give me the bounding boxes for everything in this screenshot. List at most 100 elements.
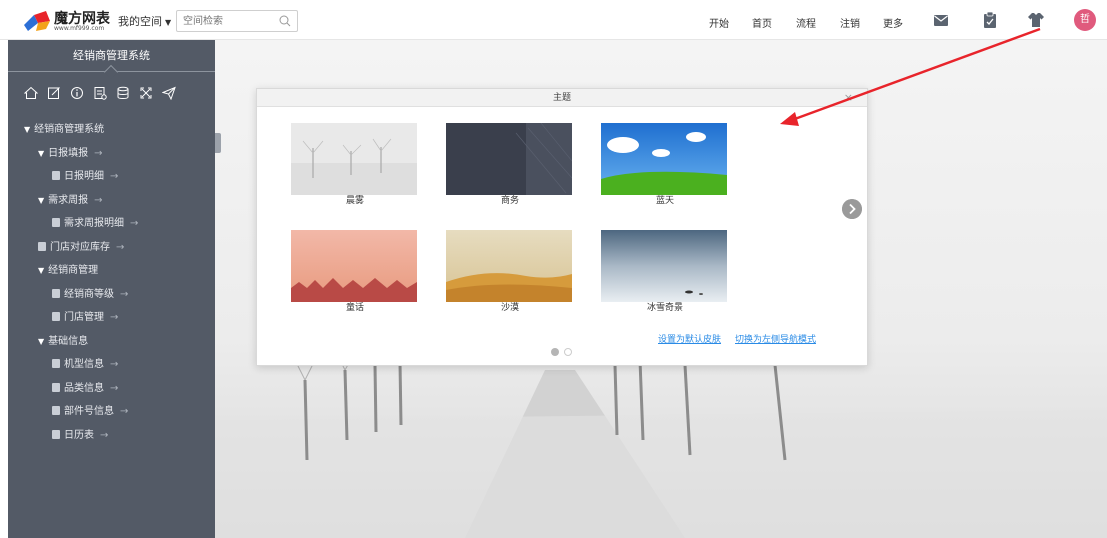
theme-thumbnail-fairytale <box>291 230 417 302</box>
sidebar-item[interactable]: 门店管理 → <box>8 306 215 330</box>
sidebar-title-notch <box>103 64 119 80</box>
sidebar-item[interactable]: ▼ 经销商管理系统 <box>8 118 215 142</box>
nav-start[interactable]: 开始 <box>709 15 729 30</box>
expand-triangle-icon: ▼ <box>24 125 31 134</box>
sidebar-collapse-handle[interactable] <box>215 133 221 153</box>
sidebar-item[interactable]: 经销商等级 → <box>8 283 215 307</box>
sidebar-item-label: 需求周报 <box>48 194 89 206</box>
theme-thumbnail-ice-snow <box>601 230 727 302</box>
sidebar-item[interactable]: 机型信息 → <box>8 353 215 377</box>
nav-logout[interactable]: 注销 <box>840 15 860 30</box>
sidebar-item-label: 机型信息 <box>64 359 104 370</box>
sidebar-item-label: 日历表 <box>64 429 94 441</box>
set-default-skin-link[interactable]: 设置为默认皮肤 <box>658 332 721 345</box>
brand-logo[interactable]: 魔方网表 www.mf999.com <box>24 8 110 34</box>
space-search <box>176 10 298 32</box>
theme-label: 沙漠 <box>500 303 519 313</box>
theme-thumbnail-mist <box>291 123 417 195</box>
sidebar-item[interactable]: ▼ 日报填报 → <box>8 142 215 166</box>
sidebar-item[interactable]: ▼ 经销商管理 <box>8 259 215 283</box>
close-icon[interactable]: × <box>844 89 853 107</box>
document-icon <box>52 429 60 439</box>
arrow-right-icon: → <box>110 359 119 370</box>
caret-down-icon: ▼ <box>165 18 172 27</box>
my-space-label: 我的空间 <box>118 15 162 28</box>
sidebar-item-label: 部件号信息 <box>64 406 114 417</box>
sidebar-item-label: 经销商管理 <box>48 265 99 276</box>
sidebar-item-label: 日报明细 <box>64 171 104 182</box>
logo-icon <box>24 11 50 31</box>
page-indicator <box>551 348 572 356</box>
sidebar-item[interactable]: ▼ 基础信息 <box>8 330 215 354</box>
theme-label: 晨雾 <box>345 196 364 206</box>
sidebar-item[interactable]: 门店对应库存 → <box>8 236 215 260</box>
clipboard-icon[interactable] <box>981 11 999 29</box>
nav-more[interactable]: 更多 <box>883 15 903 30</box>
theme-option-desert[interactable]: 沙漠 <box>446 230 574 314</box>
mail-icon[interactable] <box>932 11 950 29</box>
sidebar-item-label: 经销商管理系统 <box>34 124 105 135</box>
home-icon[interactable] <box>24 86 38 100</box>
edit-icon[interactable] <box>47 86 61 100</box>
document-icon <box>38 241 46 251</box>
send-icon[interactable] <box>162 86 176 100</box>
switch-left-nav-mode-link[interactable]: 切换为左侧导航模式 <box>735 332 816 345</box>
expand-triangle-icon: ▼ <box>38 148 45 158</box>
arrow-right-icon: → <box>110 171 119 182</box>
document-icon <box>52 312 60 321</box>
theme-label: 蓝天 <box>655 196 674 206</box>
space-search-input[interactable] <box>177 11 272 31</box>
sidebar-title: 经销商管理系统 <box>8 40 215 80</box>
info-icon[interactable] <box>70 86 84 100</box>
theme-dialog-header: 主题 × <box>257 89 867 107</box>
theme-option-business[interactable]: 商务 <box>446 123 574 207</box>
sidebar-item-label: 日报填报 <box>48 147 89 159</box>
sidebar-item[interactable]: 品类信息 → <box>8 377 215 401</box>
theme-option-blue-sky[interactable]: 蓝天 <box>601 123 729 207</box>
page-dot-active[interactable] <box>551 348 559 356</box>
my-space-dropdown[interactable]: 我的空间 ▼ <box>118 13 171 29</box>
sidebar-item[interactable]: 日报明细 → <box>8 165 215 189</box>
arrow-right-icon: → <box>94 147 103 159</box>
arrow-right-icon: → <box>110 382 119 394</box>
theme-dialog: 主题 × 晨雾 商务 蓝天 童话 沙漠 冰雪奇景 设置为默认皮肤 切换为左侧导航… <box>256 88 868 366</box>
theme-label: 童话 <box>345 303 364 313</box>
theme-thumbnail-desert <box>446 230 572 302</box>
expand-triangle-icon: ▼ <box>38 195 45 205</box>
document-icon <box>52 171 60 180</box>
nav-workflow[interactable]: 流程 <box>796 15 816 30</box>
sidebar-toolbar <box>24 86 176 100</box>
theme-option-mist[interactable]: 晨雾 <box>291 123 419 207</box>
database-icon[interactable] <box>116 86 130 100</box>
sidebar-item[interactable]: 日历表 → <box>8 424 215 448</box>
arrow-right-icon: → <box>94 194 103 206</box>
nav-home[interactable]: 首页 <box>752 15 772 30</box>
sidebar-item-label: 门店对应库存 <box>50 241 110 253</box>
page-dot[interactable] <box>564 348 572 356</box>
sidebar: 经销商管理系统 ▼ 经销商管理系统 ▼ 日报填报 → 日报明细 → ▼ 需求周报 → 需求周报明细 →… <box>8 40 215 538</box>
sidebar-item[interactable]: 部件号信息 → <box>8 400 215 424</box>
sidebar-item-label: 需求周报明细 <box>64 218 124 229</box>
theme-option-fairytale[interactable]: 童话 <box>291 230 419 314</box>
arrow-right-icon: → <box>116 241 125 253</box>
sidebar-item-label: 品类信息 <box>64 382 104 394</box>
expand-triangle-icon: ▼ <box>38 336 45 346</box>
arrow-right-icon: → <box>120 406 129 417</box>
sidebar-item-label: 基础信息 <box>48 335 89 347</box>
search-icon[interactable] <box>279 15 291 27</box>
theme-option-ice-snow[interactable]: 冰雪奇景 <box>601 230 729 314</box>
expand-triangle-icon: ▼ <box>38 266 45 275</box>
expand-icon[interactable] <box>139 86 153 100</box>
arrow-right-icon: → <box>110 312 119 323</box>
next-page-chevron-icon[interactable] <box>842 199 862 219</box>
sidebar-item-label: 经销商等级 <box>64 288 114 300</box>
sidebar-item[interactable]: ▼ 需求周报 → <box>8 189 215 213</box>
arrow-right-icon: → <box>100 429 109 441</box>
sidebar-item[interactable]: 需求周报明细 → <box>8 212 215 236</box>
theme-dialog-title: 主题 <box>552 93 571 103</box>
document-icon <box>52 406 60 415</box>
user-avatar[interactable]: 哲 <box>1074 9 1096 31</box>
report-icon[interactable] <box>93 86 107 100</box>
tshirt-theme-icon[interactable] <box>1027 11 1045 29</box>
document-icon <box>52 288 60 298</box>
